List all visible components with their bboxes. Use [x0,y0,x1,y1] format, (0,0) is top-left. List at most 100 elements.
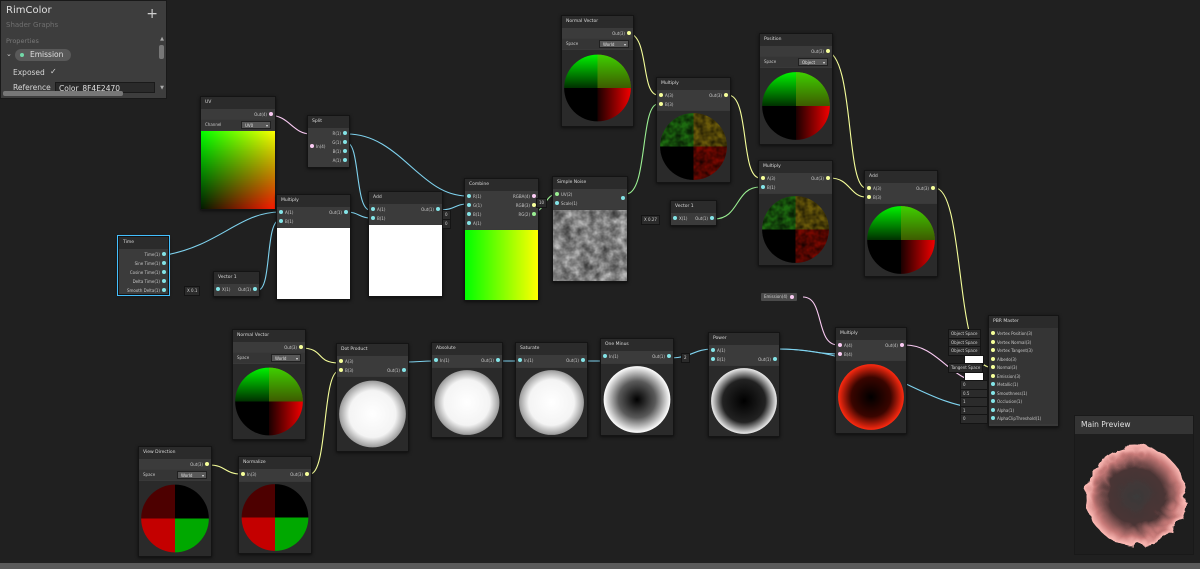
output-port[interactable]: Out(3) [290,470,311,479]
input-port[interactable]: In(1) [516,356,533,365]
port-dot[interactable] [991,339,995,344]
normal-vector-node[interactable]: Normal Vector Out(3) Space World [232,329,306,440]
output-port[interactable]: Out(3) [811,174,832,183]
port-dot[interactable] [343,131,347,135]
time-node[interactable]: Time Time(1) Sine Time(1) Cosine Time(1) De… [117,235,170,296]
input-port[interactable]: B(1) [277,217,293,226]
port-dot[interactable] [532,212,536,216]
position-node[interactable]: Position Out(3) Space Object [759,33,833,145]
output-port[interactable]: B(1) [333,147,349,156]
space-dropdown[interactable]: World [599,40,629,49]
port-dot[interactable] [299,345,303,349]
output-port[interactable]: RG(2) [518,210,538,219]
port-dot[interactable] [162,252,166,256]
output-port[interactable]: Out(3) [811,47,832,56]
input-port[interactable]: A(1) [277,208,293,217]
property-row[interactable]: ⌄ Emission [1,47,166,63]
port-dot[interactable] [216,287,220,291]
port-dot[interactable] [279,210,283,214]
port-dot[interactable] [467,203,471,207]
output-port[interactable]: Out(4) [254,110,275,119]
output-port[interactable]: Out(1) [652,352,673,361]
input-port[interactable]: AlphaClipThreshold(1) [989,414,1041,423]
port-dot[interactable] [867,186,871,190]
port-dot[interactable] [621,196,625,200]
add-node[interactable]: Add A(1) B(1) Out(1) [368,191,443,297]
output-port[interactable]: Time(1) [145,250,168,259]
port-dot[interactable] [711,348,715,352]
field-value[interactable]: 0.1 [191,288,197,293]
output-port[interactable]: Cosine Time(1) [130,268,168,277]
output-port[interactable]: Out(1) [566,356,587,365]
input-port[interactable]: B(3) [865,193,881,202]
input-port[interactable]: B(3) [657,100,673,109]
uv-node[interactable]: UV Out(4) Channel UV0 [200,96,276,210]
port-dot[interactable] [826,49,830,53]
input-port[interactable]: B(1) [759,183,775,192]
main-preview-render[interactable] [1075,434,1193,554]
input-port[interactable]: In(1) [432,356,449,365]
port-dot[interactable] [991,399,995,403]
space-dropdown[interactable]: Object [798,58,828,67]
input-port[interactable]: A(3) [865,184,881,193]
port-dot[interactable] [467,212,471,216]
view-direction-node[interactable]: View Direction Out(3) Space World [138,446,212,557]
port-dot[interactable] [555,192,559,196]
port-dot[interactable] [826,176,830,180]
output-port[interactable]: Out(1) [387,366,408,375]
field-value[interactable]: 0.27 [648,217,657,222]
port-dot[interactable] [773,357,777,361]
port-dot[interactable] [991,382,995,386]
input-port[interactable]: A(3) [657,91,673,100]
port-dot[interactable] [991,390,995,395]
output-port[interactable]: Out(3) [190,460,211,469]
multiply-node[interactable]: Multiply A(4) B(4) Out(4) [835,327,907,434]
output-port[interactable]: Sine Time(1) [135,259,168,268]
port-dot[interactable] [339,368,343,372]
port-dot[interactable] [710,216,714,220]
input-port[interactable]: B(4) [836,350,852,359]
output-port[interactable]: Out(3) [284,343,305,352]
port-dot[interactable] [838,343,842,347]
combine-node[interactable]: Combine R(1) G(1) B(1) A(1) RGBA(4) RGB(… [464,178,539,301]
pbr-master-node[interactable]: PBR Master Vertex Position(3) Vertex Norm… [988,315,1059,427]
input-port[interactable]: B(1) [465,210,481,219]
normal-vector-node[interactable]: Normal Vector Out(3) Space World [561,15,634,127]
input-port[interactable]: A(4) [836,341,852,350]
simple-noise-node[interactable]: Simple Noise UV(2) Scale(1) [552,176,628,282]
port-dot[interactable] [253,287,257,291]
vector1-node[interactable]: Vector 1 X(1) Out(1) [213,271,260,297]
port-dot[interactable] [991,416,995,420]
port-dot[interactable] [518,358,522,362]
input-port[interactable]: A(1) [465,219,481,228]
port-dot[interactable] [344,210,348,214]
vector1-x-field[interactable]: X 0.27 [641,215,660,225]
output-port[interactable]: G(1) [332,138,349,147]
port-dot[interactable] [627,31,631,35]
port-dot[interactable] [659,93,663,97]
port-dot[interactable] [555,201,559,205]
output-port[interactable]: Smooth Delta(1) [127,286,168,295]
power-node[interactable]: Power A(1) B(1) Out(1) [708,332,780,437]
port-dot[interactable] [991,356,995,361]
dot-product-node[interactable]: Dot Product A(3) B(3) Out(1) [336,343,409,452]
port-dot[interactable] [310,144,314,148]
port-dot[interactable] [991,365,995,369]
port-dot[interactable] [343,158,347,162]
port-dot[interactable] [991,407,995,412]
port-dot[interactable] [761,185,765,189]
input-port[interactable]: X(1) [214,285,230,294]
port-dot[interactable] [402,368,406,372]
output-port[interactable]: Delta Time(1) [133,277,168,286]
output-port[interactable]: Out(1) [329,208,350,217]
port-dot[interactable] [991,331,995,335]
combine-a-field[interactable]: 0 [442,219,451,229]
output-port[interactable]: Out(3) [612,29,633,38]
port-dot[interactable] [724,93,728,97]
vector1-x-field[interactable]: X 0.1 [184,286,201,296]
port-dot[interactable] [343,149,347,153]
port-dot[interactable] [496,358,500,362]
port-dot[interactable] [900,343,904,347]
port-dot[interactable] [867,195,871,199]
port-dot[interactable] [711,357,715,361]
